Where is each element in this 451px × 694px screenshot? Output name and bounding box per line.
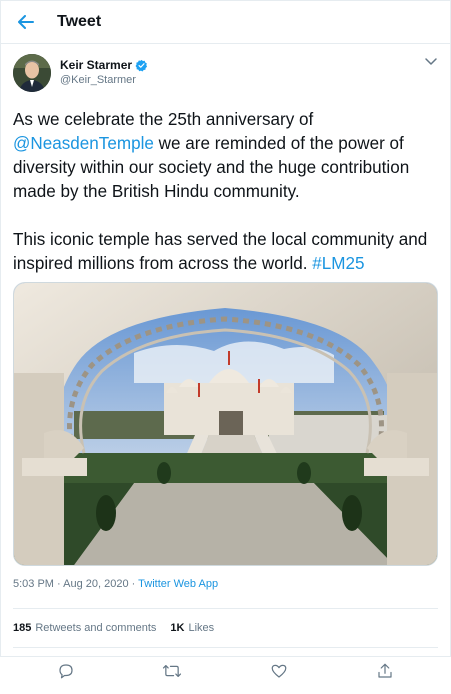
meta-separator: · — [128, 578, 139, 590]
page-title: Tweet — [57, 13, 102, 30]
likes-count: 1K — [170, 622, 185, 634]
retweets-count: 185 — [13, 622, 32, 634]
tweet-text-part: As we celebrate the 25th anniversary of — [13, 110, 314, 129]
share-button[interactable] — [375, 661, 395, 681]
tweet-date[interactable]: Aug 20, 2020 — [63, 578, 128, 590]
tweet-text: As we celebrate the 25th anniversary of @… — [1, 100, 450, 276]
author-name-row: Keir Starmer — [60, 58, 148, 72]
reply-icon — [59, 664, 73, 679]
tweet-meta: 5:03 PM · Aug 20, 2020 · Twitter Web App — [1, 566, 450, 598]
tweet-page: Tweet Keir Starmer @Keir_Starmer As we c… — [0, 0, 451, 679]
author-info: Keir Starmer @Keir_Starmer — [60, 54, 148, 100]
back-arrow-icon — [18, 15, 34, 29]
chevron-down-icon[interactable] — [424, 56, 438, 68]
author-handle[interactable]: @Keir_Starmer — [60, 74, 148, 86]
like-button[interactable] — [269, 661, 289, 681]
source-app-link[interactable]: Twitter Web App — [138, 578, 218, 590]
tweet-paragraph-1: As we celebrate the 25th anniversary of @… — [13, 108, 438, 204]
top-bar: Tweet — [1, 1, 450, 44]
avatar[interactable] — [13, 54, 51, 92]
author-row: Keir Starmer @Keir_Starmer — [1, 44, 450, 100]
tweet-photo[interactable] — [13, 282, 438, 566]
mention-link[interactable]: @NeasdenTemple — [13, 134, 154, 153]
retweet-button[interactable] — [162, 661, 182, 681]
retweets-label: Retweets and comments — [35, 622, 157, 634]
engagement-stats: 185 Retweets and comments 1K Likes — [13, 608, 438, 648]
likes-stat[interactable]: 1K Likes — [170, 622, 214, 634]
tweet-text-part: This iconic temple has served the local … — [13, 230, 428, 273]
retweets-stat[interactable]: 185 Retweets and comments — [13, 622, 156, 634]
verified-badge-icon — [135, 59, 148, 71]
back-button[interactable] — [15, 11, 37, 33]
author-name[interactable]: Keir Starmer — [60, 58, 132, 72]
share-icon — [378, 663, 392, 678]
retweet-icon — [163, 665, 182, 677]
tweet-paragraph-2: This iconic temple has served the local … — [13, 228, 438, 276]
reply-button[interactable] — [56, 661, 76, 681]
like-icon — [271, 664, 286, 678]
meta-separator: · — [53, 578, 64, 590]
hashtag-link[interactable]: #LM25 — [312, 254, 364, 273]
action-bar — [13, 648, 438, 694]
tweet-time[interactable]: 5:03 PM — [13, 578, 54, 590]
likes-label: Likes — [188, 622, 215, 634]
